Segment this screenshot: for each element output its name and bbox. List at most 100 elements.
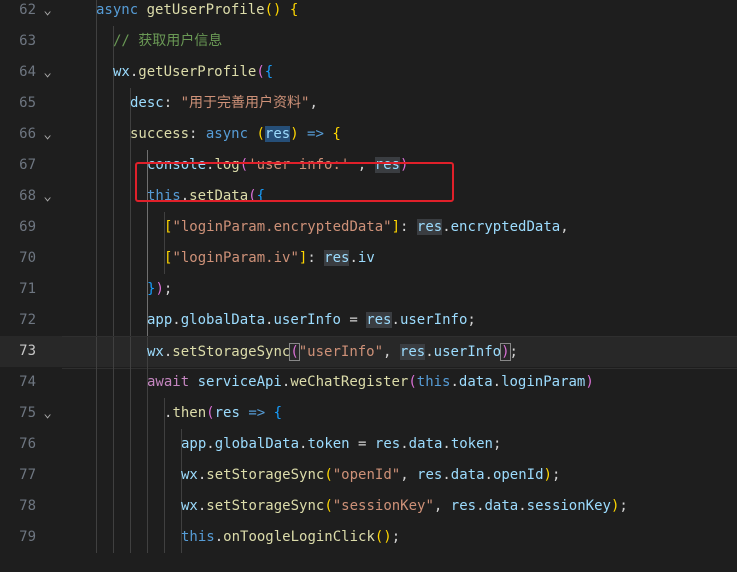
line-number: 64 — [19, 64, 36, 80]
code-text[interactable]: wx.setStorageSync("userInfo", res.userIn… — [147, 337, 518, 368]
code-token: async — [96, 2, 147, 18]
code-editor[interactable]: 62 ⌄ async getUserProfile() {63// 获取用户信息 64… — [0, 0, 737, 572]
code-line[interactable]: 72 app.globalData.userInfo = res.userInfo… — [0, 305, 737, 336]
code-line-content[interactable]: app.globalData.userInfo = res.userInfo; — [62, 305, 737, 336]
code-line[interactable]: 71}); — [0, 274, 737, 305]
code-line-content[interactable]: .then(res => { — [62, 398, 737, 429]
code-line[interactable]: 62 ⌄ async getUserProfile() { — [0, 0, 737, 26]
code-line[interactable]: 75 ⌄ .then(res => { — [0, 398, 737, 429]
code-line-content[interactable]: wx.setStorageSync("openId", res.data.ope… — [62, 460, 737, 491]
line-number: 65 — [19, 95, 36, 111]
code-text[interactable]: success: async (res) => { — [130, 119, 341, 150]
code-line[interactable]: 64 ⌄ wx.getUserProfile({ — [0, 57, 737, 88]
code-line[interactable]: 66 ⌄ success: async (res) => { — [0, 119, 737, 150]
code-token: . — [492, 374, 502, 390]
code-token: "openId" — [332, 467, 401, 483]
code-line[interactable]: 79 this.onToogleLoginClick(); — [0, 522, 737, 553]
code-token: globalData — [180, 312, 266, 328]
line-number: 78 — [19, 498, 36, 514]
code-text[interactable]: wx.setStorageSync("openId", res.data.ope… — [181, 460, 560, 491]
code-token: onToogleLoginClick — [223, 529, 375, 545]
code-token: . — [349, 250, 358, 266]
indent-guide — [130, 522, 131, 553]
code-line[interactable]: 65 desc: "用于完善用户资料", — [0, 88, 737, 119]
code-line-content[interactable]: ["loginParam.iv"]: res.iv — [62, 243, 737, 274]
fold-chevron-icon[interactable]: ⌄ — [43, 181, 52, 212]
code-line[interactable]: 70 ["loginParam.iv"]: res.iv — [0, 243, 737, 274]
fold-chevron-icon[interactable]: ⌄ — [43, 119, 52, 150]
code-line[interactable]: 63 // 获取用户信息 — [0, 26, 737, 57]
indent-guide — [147, 429, 148, 460]
code-token: this — [416, 374, 451, 390]
code-token: setStorageSync — [172, 344, 291, 360]
code-token: . — [476, 498, 485, 514]
code-token: ; — [391, 529, 401, 545]
fold-chevron-icon[interactable]: ⌄ — [43, 0, 52, 26]
code-line[interactable]: 73 wx.setStorageSync("userInfo", res.user… — [0, 336, 737, 369]
code-text[interactable]: app.globalData.token = res.data.token; — [181, 429, 501, 460]
code-token: res — [264, 126, 291, 142]
code-line-content[interactable]: async getUserProfile() { — [62, 0, 737, 26]
code-text[interactable]: wx. setStorageSync("sessionKey", res.data… — [181, 491, 628, 522]
code-token: this — [181, 529, 215, 545]
code-token: success — [130, 126, 190, 142]
red-highlight-box — [135, 162, 454, 202]
code-token: : — [163, 95, 181, 111]
line-number: 77 — [19, 467, 36, 483]
line-number: 66 — [19, 126, 36, 142]
indent-guide — [113, 337, 114, 368]
fold-chevron-icon[interactable]: ⌄ — [43, 57, 52, 88]
indent-guide — [113, 181, 114, 212]
code-line-content[interactable]: desc: "用于完善用户资料", — [62, 88, 737, 119]
code-line-content[interactable]: // 获取用户信息 — [62, 26, 737, 57]
code-text[interactable]: app.globalData.userInfo = res.userInfo; — [147, 305, 476, 336]
code-token: , — [383, 344, 400, 360]
indent-guide — [164, 491, 165, 522]
code-text[interactable]: // 获取用户信息 — [113, 26, 222, 57]
code-line-content[interactable]: await serviceApi. weChatRegister(this.dat… — [62, 367, 737, 398]
code-token: , — [433, 498, 451, 514]
code-line-content[interactable]: this.onToogleLoginClick(); — [62, 522, 737, 553]
code-text[interactable]: desc: "用于完善用户资料", — [130, 88, 318, 119]
code-line-content[interactable]: wx. setStorageSync("sessionKey", res.data… — [62, 491, 737, 522]
code-line[interactable]: 78 wx. setStorageSync("sessionKey", res.da… — [0, 491, 737, 522]
code-line[interactable]: 74 await serviceApi. weChatRegister(this.d… — [0, 367, 737, 398]
indent-guide — [164, 460, 165, 491]
code-line[interactable]: 77 wx.setStorageSync("openId", res.data.o… — [0, 460, 737, 491]
code-text[interactable]: ["loginParam.iv"]: res.iv — [164, 243, 375, 274]
indent-guide — [96, 305, 97, 336]
code-line[interactable]: 76 app.globalData.token = res.data.token; — [0, 429, 737, 460]
line-number: 72 — [19, 312, 36, 328]
code-line-content[interactable]: ["loginParam.encryptedData"]: res.encryp… — [62, 212, 737, 243]
code-token: wx — [181, 467, 198, 483]
code-text[interactable]: await serviceApi. weChatRegister(this.dat… — [147, 367, 594, 398]
code-line-content[interactable]: wx.getUserProfile({ — [62, 57, 737, 88]
indent-guide — [113, 150, 114, 181]
code-token: ; — [509, 344, 518, 360]
indent-guide — [96, 181, 97, 212]
code-token: wx — [181, 498, 198, 514]
line-number: 75 — [19, 405, 36, 421]
indent-guide — [96, 88, 97, 119]
code-text[interactable]: }); — [147, 274, 172, 305]
code-token: , — [560, 219, 569, 235]
code-token: "loginParam.encryptedData" — [172, 219, 392, 235]
fold-chevron-icon[interactable]: ⌄ — [43, 398, 52, 429]
code-text[interactable]: ["loginParam.encryptedData"]: res.encryp… — [164, 212, 569, 243]
code-text[interactable]: .then(res => { — [164, 398, 282, 429]
code-line-content[interactable]: success: async (res) => { — [62, 119, 737, 150]
code-text[interactable]: wx.getUserProfile({ — [113, 57, 273, 88]
code-text[interactable]: async getUserProfile() { — [96, 0, 298, 26]
code-line-content[interactable]: wx.setStorageSync("userInfo", res.userIn… — [62, 336, 737, 369]
code-line-content[interactable]: app.globalData.token = res.data.token; — [62, 429, 737, 460]
code-token: ; — [163, 281, 173, 297]
code-line-content[interactable]: }); — [62, 274, 737, 305]
code-token: "userInfo" — [298, 344, 384, 360]
code-token: desc — [130, 95, 164, 111]
code-token: ; — [492, 436, 502, 452]
indent-guide — [96, 460, 97, 491]
code-token: res — [417, 467, 443, 483]
code-token: { — [264, 64, 274, 80]
code-text[interactable]: this.onToogleLoginClick(); — [181, 522, 400, 553]
code-line[interactable]: 69 ["loginParam.encryptedData"]: res.encr… — [0, 212, 737, 243]
